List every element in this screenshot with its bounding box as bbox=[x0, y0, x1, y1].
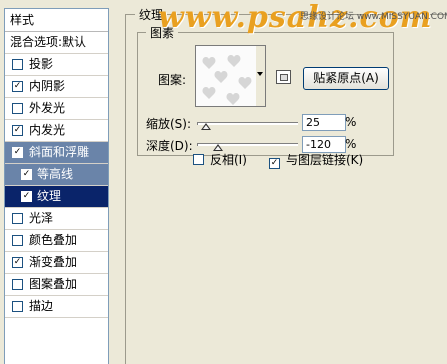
style-item-label: 投影 bbox=[29, 57, 54, 71]
style-item-label: 外发光 bbox=[29, 101, 66, 115]
style-item-label: 渐变叠加 bbox=[29, 255, 78, 269]
outer-glow-checkbox[interactable] bbox=[12, 103, 23, 114]
gradient-overlay-checkbox[interactable]: ✓ bbox=[12, 257, 23, 268]
blend-options-item[interactable]: 混合选项:默认 bbox=[5, 32, 108, 54]
style-item-satin[interactable]: 光泽 bbox=[5, 208, 108, 230]
inner-shadow-checkbox[interactable]: ✓ bbox=[12, 81, 23, 92]
style-item-outer-glow[interactable]: 外发光 bbox=[5, 98, 108, 120]
scale-unit: % bbox=[345, 115, 357, 129]
new-preset-icon[interactable] bbox=[276, 70, 291, 84]
style-item-label: 颜色叠加 bbox=[29, 233, 78, 247]
contour-checkbox[interactable]: ✓ bbox=[21, 169, 32, 180]
snap-to-origin-button[interactable]: 贴紧原点(A) bbox=[303, 67, 389, 90]
bevel-emboss-checkbox[interactable]: ✓ bbox=[12, 147, 23, 158]
styles-panel: 样式 混合选项:默认 投影 ✓ 内阴影 外发光 ✓ 内发光 ✓ 斜面和浮雕 ✓ … bbox=[4, 8, 109, 364]
style-item-label: 纹理 bbox=[37, 189, 62, 203]
depth-input[interactable]: -120 bbox=[302, 136, 346, 153]
style-item-inner-glow[interactable]: ✓ 内发光 bbox=[5, 120, 108, 142]
style-item-gradient-overlay[interactable]: ✓ 渐变叠加 bbox=[5, 252, 108, 274]
stroke-checkbox[interactable] bbox=[12, 301, 23, 312]
scale-label: 缩放(S): bbox=[146, 117, 192, 131]
inner-glow-checkbox[interactable]: ✓ bbox=[12, 125, 23, 136]
pattern-swatch[interactable] bbox=[195, 45, 257, 107]
link-with-layer-option[interactable]: ✓ 与图层链接(K) bbox=[269, 153, 364, 169]
invert-option[interactable]: 反相(I) bbox=[193, 153, 247, 167]
style-item-label: 内发光 bbox=[29, 123, 66, 137]
heart-pattern bbox=[202, 55, 252, 105]
style-item-texture[interactable]: ✓ 纹理 bbox=[5, 186, 108, 208]
scale-input[interactable]: 25 bbox=[302, 114, 346, 131]
scale-slider-track[interactable] bbox=[197, 122, 298, 125]
style-item-inner-shadow[interactable]: ✓ 内阴影 bbox=[5, 76, 108, 98]
pattern-overlay-checkbox[interactable] bbox=[12, 279, 23, 290]
link-with-layer-checkbox[interactable]: ✓ bbox=[269, 158, 280, 169]
invert-label: 反相(I) bbox=[210, 153, 247, 167]
color-overlay-checkbox[interactable] bbox=[12, 235, 23, 246]
style-item-stroke[interactable]: 描边 bbox=[5, 296, 108, 318]
scale-slider-thumb[interactable] bbox=[201, 123, 211, 130]
depth-label: 深度(D): bbox=[146, 139, 193, 153]
texture-checkbox[interactable]: ✓ bbox=[21, 191, 32, 202]
satin-checkbox[interactable] bbox=[12, 213, 23, 224]
style-item-contour[interactable]: ✓ 等高线 bbox=[5, 164, 108, 186]
style-item-label: 等高线 bbox=[37, 167, 74, 181]
invert-checkbox[interactable] bbox=[193, 154, 204, 165]
style-item-color-overlay[interactable]: 颜色叠加 bbox=[5, 230, 108, 252]
style-item-label: 内阴影 bbox=[29, 79, 66, 93]
style-item-label: 描边 bbox=[29, 299, 54, 313]
style-item-bevel-emboss[interactable]: ✓ 斜面和浮雕 bbox=[5, 142, 108, 164]
link-with-layer-label: 与图层链接(K) bbox=[286, 153, 364, 167]
pattern-label: 图案: bbox=[158, 73, 187, 87]
depth-unit: % bbox=[345, 137, 357, 151]
style-item-label: 图案叠加 bbox=[29, 277, 78, 291]
styles-header: 样式 bbox=[5, 9, 108, 32]
style-item-label: 斜面和浮雕 bbox=[29, 145, 90, 159]
pattern-dropdown-arrow-icon[interactable] bbox=[256, 45, 266, 107]
watermark-caption: 思缘设计论坛 www.MISSYUAN.COM bbox=[300, 12, 447, 22]
depth-slider-thumb[interactable] bbox=[213, 144, 223, 151]
style-item-label: 光泽 bbox=[29, 211, 54, 225]
style-item-drop-shadow[interactable]: 投影 bbox=[5, 54, 108, 76]
style-item-pattern-overlay[interactable]: 图案叠加 bbox=[5, 274, 108, 296]
drop-shadow-checkbox[interactable] bbox=[12, 59, 23, 70]
